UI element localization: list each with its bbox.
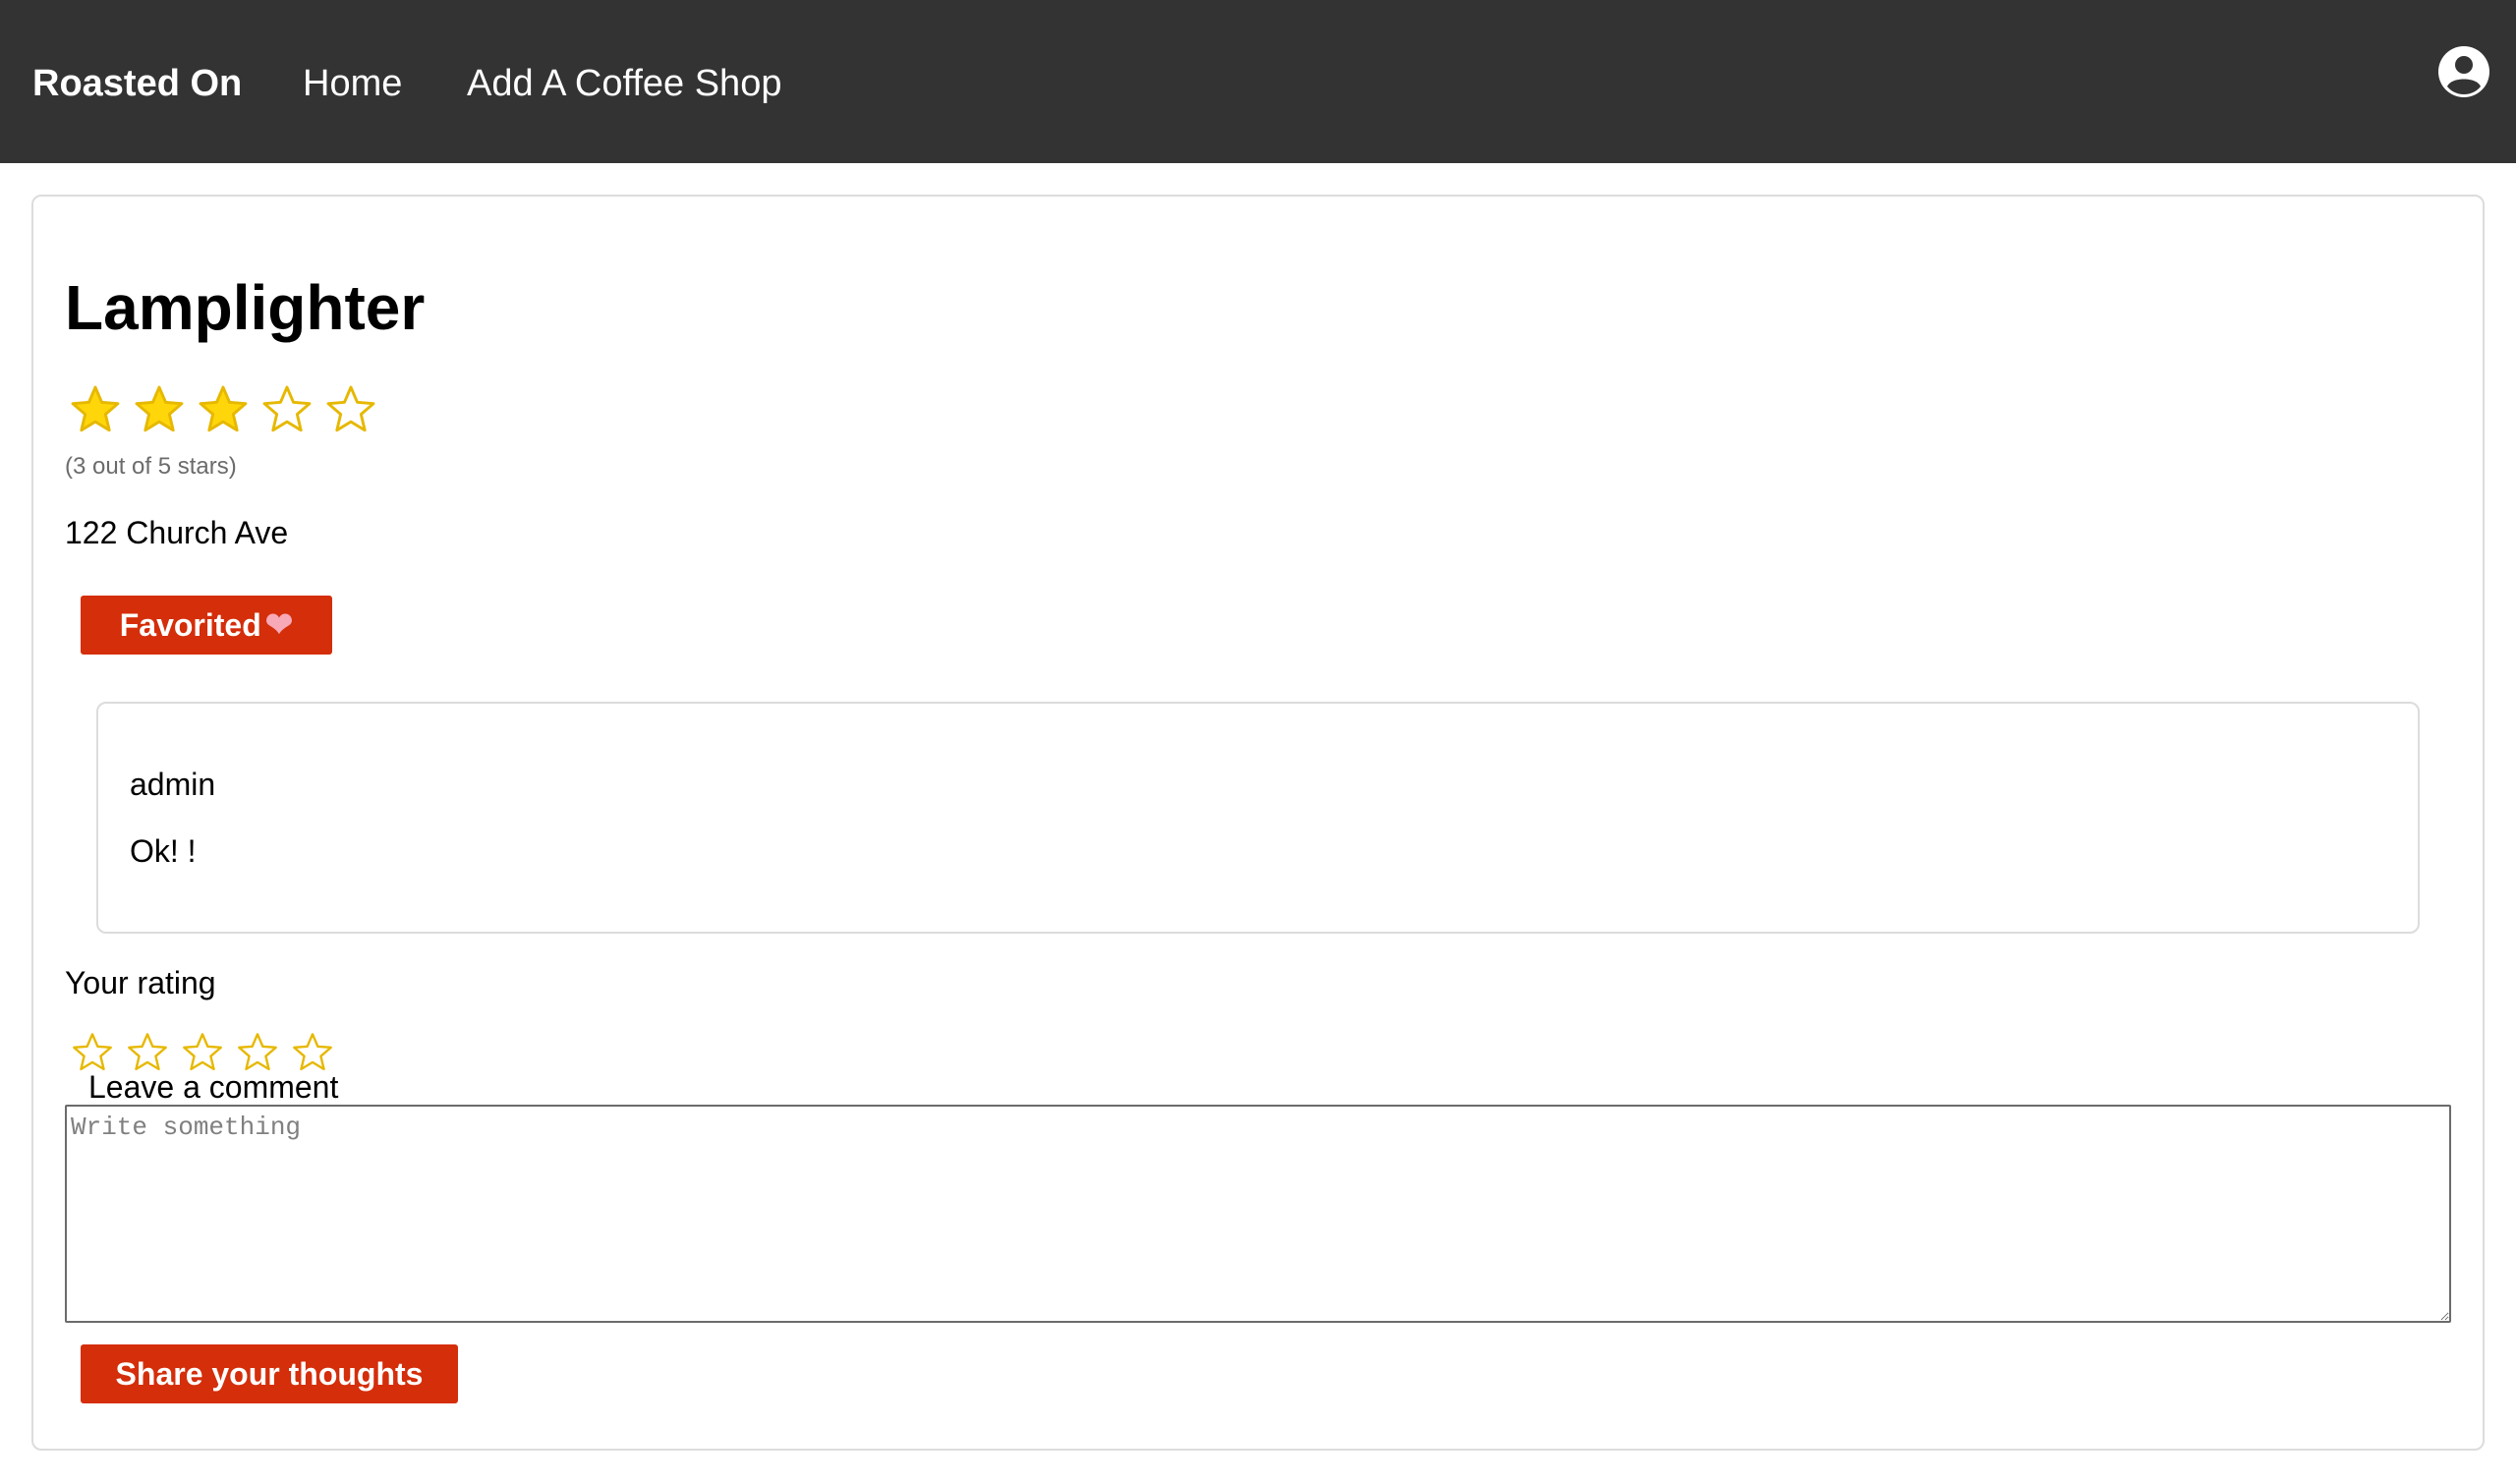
shop-address: 122 Church Ave [65, 515, 289, 550]
your-rating-label: Your rating [65, 965, 216, 1000]
comment-body: Ok! ! [130, 833, 197, 869]
shop-rating-star-icon [260, 383, 314, 441]
shop-title: Lamplighter [65, 272, 426, 343]
user-circle-icon[interactable] [2437, 45, 2490, 98]
heart-icon: ❤ [264, 606, 294, 644]
shop-rating-star-icon [133, 383, 186, 441]
comment-author: admin [130, 767, 216, 802]
nav-link-add-coffee-shop[interactable]: Add A Coffee Shop [467, 59, 781, 108]
navbar: Roasted On Home Add A Coffee Shop [0, 0, 2516, 163]
rating-caption: (3 out of 5 stars) [65, 453, 237, 480]
comment-card [96, 702, 2420, 934]
favorite-label: Favorited [119, 607, 261, 643]
comment-label: Leave a comment [88, 1069, 339, 1105]
favorite-button[interactable]: Favorited ❤ [81, 596, 332, 655]
shop-rating-star-icon [324, 383, 377, 441]
shop-rating-star-icon [197, 383, 250, 441]
brand-link[interactable]: Roasted On [32, 59, 242, 108]
comment-textarea[interactable] [65, 1105, 2451, 1323]
shop-rating-star-icon [69, 383, 122, 441]
share-thoughts-button[interactable]: Share your thoughts [81, 1344, 458, 1403]
shop-rating-stars [69, 383, 377, 441]
nav-link-home[interactable]: Home [303, 59, 402, 108]
